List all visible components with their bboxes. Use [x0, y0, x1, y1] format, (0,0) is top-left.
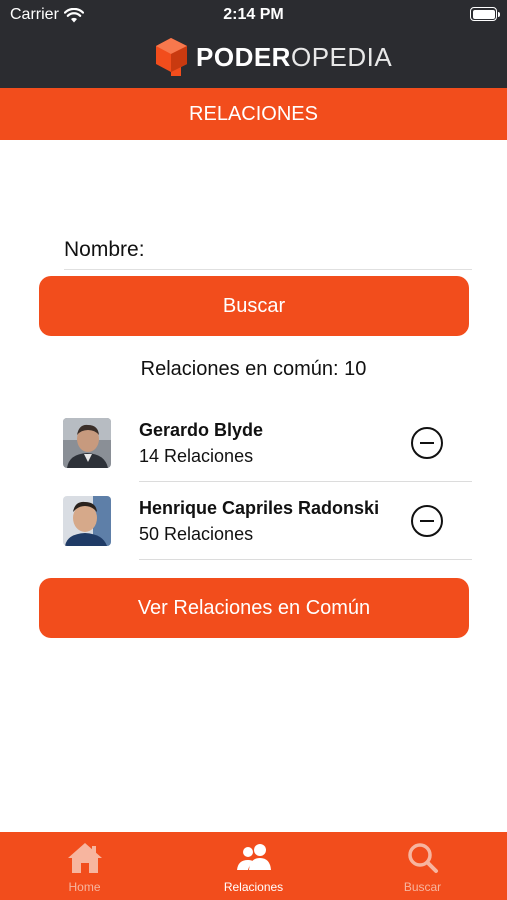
person-name: Henrique Capriles Radonski	[139, 498, 380, 518]
name-label: Nombre:	[64, 237, 145, 261]
page-title: RELACIONES	[0, 88, 507, 140]
remove-icon[interactable]	[411, 427, 443, 459]
remove-icon[interactable]	[411, 505, 443, 537]
view-common-relations-button[interactable]: Ver Relaciones en Común	[39, 578, 469, 638]
brand-logo: PODER OPEDIA	[155, 37, 392, 77]
brand-name-bold: PODER	[196, 41, 291, 72]
common-relations-summary: Relaciones en común: 10	[140, 358, 367, 380]
name-field-row: Nombre:	[64, 230, 472, 270]
row-divider	[139, 559, 472, 560]
app-header: Carrier 2:14 PM PODER OPEDIA	[0, 0, 507, 88]
home-icon	[67, 843, 102, 873]
tab-buscar[interactable]: Buscar	[338, 832, 507, 900]
tab-label: Home	[68, 880, 101, 894]
search-icon	[407, 843, 438, 873]
person-photo-icon	[63, 418, 111, 468]
people-icon	[236, 844, 271, 870]
tab-home[interactable]: Home	[0, 832, 169, 900]
avatar	[63, 496, 111, 546]
status-bar: Carrier 2:14 PM	[0, 0, 507, 30]
logo-mark-icon	[156, 38, 187, 76]
tab-relaciones[interactable]: Relaciones	[169, 832, 338, 900]
search-button[interactable]: Buscar	[39, 276, 469, 336]
status-time: 2:14 PM	[223, 6, 284, 23]
person-relations-count: 50 Relaciones	[139, 524, 254, 544]
name-input[interactable]	[150, 237, 472, 262]
person-relations-count: 14 Relaciones	[139, 446, 254, 466]
person-name: Gerardo Blyde	[139, 420, 264, 440]
list-item[interactable]: Henrique Capriles Radonski 50 Relaciones	[0, 482, 507, 560]
battery-icon	[470, 7, 500, 21]
person-photo-icon	[63, 496, 111, 546]
list-item[interactable]: Gerardo Blyde 14 Relaciones	[0, 404, 507, 482]
brand-name-light: OPEDIA	[290, 41, 393, 72]
tab-label: Relaciones	[223, 880, 284, 894]
brand-wordmark: PODER OPEDIA	[196, 42, 392, 73]
tab-bar: Home Relaciones Buscar	[0, 832, 507, 900]
avatar	[63, 418, 111, 468]
tab-label: Buscar	[403, 880, 442, 894]
